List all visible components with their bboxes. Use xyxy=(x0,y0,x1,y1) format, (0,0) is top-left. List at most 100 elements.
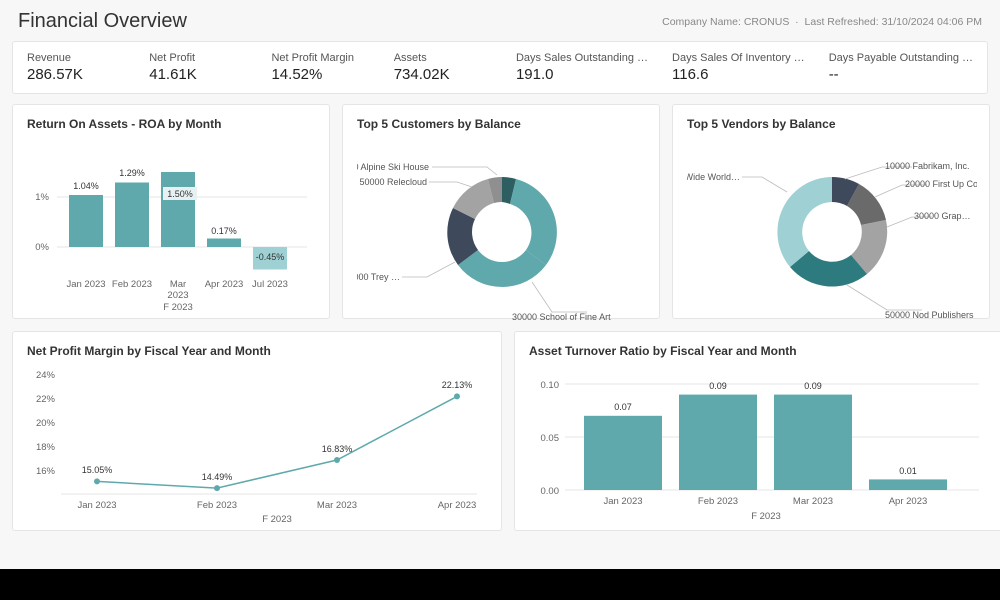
bar-label: 0.01 xyxy=(899,466,917,476)
bar-feb[interactable] xyxy=(115,183,149,248)
kpi-label: Assets xyxy=(394,52,492,64)
dashboard-page: Financial Overview Company Name: CRONUS … xyxy=(0,0,1000,600)
point-jan[interactable] xyxy=(94,478,100,484)
pt-label: 14.49% xyxy=(202,472,233,482)
slice-label: 30000 School of Fine Art xyxy=(512,312,611,322)
point-feb[interactable] xyxy=(214,485,220,491)
card-top-customers[interactable]: Top 5 Customers by Balance 40000 Alpine … xyxy=(342,104,660,319)
ytick: 1% xyxy=(35,192,49,203)
kpi-label: Days Payable Outstanding … xyxy=(829,52,973,64)
card-atr[interactable]: Asset Turnover Ratio by Fiscal Year and … xyxy=(514,331,1000,531)
slice-wideworld[interactable] xyxy=(777,177,832,267)
slice-label: 20000 First Up Co… xyxy=(905,179,977,189)
bar-mar[interactable] xyxy=(161,172,195,247)
bar-feb[interactable] xyxy=(679,395,757,490)
card-top-vendors[interactable]: Top 5 Vendors by Balance 40000 Wide Worl… xyxy=(672,104,990,319)
kpi-label: Net Profit Margin xyxy=(271,52,369,64)
xtick: Jan 2023 xyxy=(66,279,105,290)
bottom-bar xyxy=(0,569,1000,600)
kpi-value: 41.61K xyxy=(149,66,247,83)
slice-school[interactable] xyxy=(510,179,557,265)
kpi-value: 116.6 xyxy=(672,66,805,83)
slice-label: 40000 Wide World… xyxy=(687,172,740,182)
slice-label: 50000 Relecloud xyxy=(359,177,427,187)
roa-chart: 1% 0% 1.04% 1.29% 1.50% 0.17% -0.45% Jan… xyxy=(27,137,317,317)
card-title: Net Profit Margin by Fiscal Year and Mon… xyxy=(27,344,487,358)
slice-label: 20000 Trey … xyxy=(357,272,400,282)
kpi-net-profit[interactable]: Net Profit 41.61K xyxy=(149,52,247,83)
kpi-net-profit-margin[interactable]: Net Profit Margin 14.52% xyxy=(271,52,369,83)
ytick: 0.05 xyxy=(541,433,560,444)
slice-label: 40000 Alpine Ski House xyxy=(357,162,429,172)
kpi-label: Days Sales Of Inventory … xyxy=(672,52,805,64)
kpi-assets[interactable]: Assets 734.02K xyxy=(394,52,492,83)
bar-label: 0.09 xyxy=(709,381,727,391)
ytick: 0.00 xyxy=(541,486,560,497)
ytick: 0.10 xyxy=(541,380,560,391)
kpi-dso[interactable]: Days Sales Outstanding … 191.0 xyxy=(516,52,648,83)
bar-jan[interactable] xyxy=(584,416,662,490)
xtick: Mar 2023 xyxy=(793,496,833,507)
bar-apr[interactable] xyxy=(207,239,241,248)
xtick: Jan 2023 xyxy=(77,500,116,511)
slice-label: 10000 Fabrikam, Inc. xyxy=(885,161,970,171)
bar-label: 1.29% xyxy=(119,168,145,178)
card-npm[interactable]: Net Profit Margin by Fiscal Year and Mon… xyxy=(12,331,502,531)
ytick: 18% xyxy=(36,442,56,453)
xtick: Mar xyxy=(170,279,186,290)
xtick: Jan 2023 xyxy=(603,496,642,507)
bar-label: 1.04% xyxy=(73,181,99,191)
page-title: Financial Overview xyxy=(18,10,187,33)
bar-label: -0.45% xyxy=(256,252,285,262)
npm-line[interactable] xyxy=(97,396,457,488)
header-meta: Company Name: CRONUS · Last Refreshed: 3… xyxy=(662,16,982,28)
kpi-revenue[interactable]: Revenue 286.57K xyxy=(27,52,125,83)
xtick: Jul 2023 xyxy=(252,279,288,290)
card-title: Asset Turnover Ratio by Fiscal Year and … xyxy=(529,344,989,358)
fy-label: F 2023 xyxy=(163,302,193,313)
bar-label: 0.07 xyxy=(614,402,632,412)
atr-chart: 0.10 0.05 0.00 0.07 0.09 0.09 0.01 Jan 2… xyxy=(529,364,989,529)
point-mar[interactable] xyxy=(334,457,340,463)
slice-label: 30000 Grap… xyxy=(914,211,971,221)
vendors-donut: 40000 Wide World… 10000 Fabrikam, Inc. 2… xyxy=(687,137,977,322)
point-apr[interactable] xyxy=(454,393,460,399)
pt-label: 15.05% xyxy=(82,465,113,475)
kpi-value: 286.57K xyxy=(27,66,125,83)
xtick: Feb 2023 xyxy=(698,496,738,507)
card-title: Top 5 Customers by Balance xyxy=(357,117,645,131)
pt-label: 22.13% xyxy=(442,380,473,390)
ytick: 22% xyxy=(36,394,56,405)
xtick: Mar 2023 xyxy=(317,500,357,511)
pt-label: 16.83% xyxy=(322,444,353,454)
company-label: Company Name: xyxy=(662,16,741,28)
card-roa[interactable]: Return On Assets - ROA by Month 1% 0% 1.… xyxy=(12,104,330,319)
kpi-dpo[interactable]: Days Payable Outstanding … -- xyxy=(829,52,973,83)
bar-mar[interactable] xyxy=(774,395,852,490)
bar-label: 0.17% xyxy=(211,226,237,236)
kpi-label: Revenue xyxy=(27,52,125,64)
ytick: 24% xyxy=(36,370,56,381)
slice-school2[interactable] xyxy=(458,250,546,287)
xtick: Apr 2023 xyxy=(889,496,928,507)
fy-label: F 2023 xyxy=(751,511,781,522)
ytick: 16% xyxy=(36,466,56,477)
company-name: CRONUS xyxy=(744,16,790,28)
bar-jan[interactable] xyxy=(69,195,103,247)
xtick: 2023 xyxy=(167,290,188,301)
kpi-value: 14.52% xyxy=(271,66,369,83)
bar-label: 1.50% xyxy=(167,189,193,199)
kpi-label: Net Profit xyxy=(149,52,247,64)
row-top-charts: Return On Assets - ROA by Month 1% 0% 1.… xyxy=(12,104,988,319)
kpi-label: Days Sales Outstanding … xyxy=(516,52,648,64)
bar-apr[interactable] xyxy=(869,479,947,490)
card-title: Top 5 Vendors by Balance xyxy=(687,117,975,131)
kpi-value: -- xyxy=(829,66,973,83)
kpi-value: 734.02K xyxy=(394,66,492,83)
kpi-row: Revenue 286.57K Net Profit 41.61K Net Pr… xyxy=(12,41,988,94)
card-title: Return On Assets - ROA by Month xyxy=(27,117,315,131)
npm-chart: 24% 22% 20% 18% 16% 15.05% 14.49% 16.83%… xyxy=(27,364,487,529)
xtick: Apr 2023 xyxy=(438,500,477,511)
kpi-dsi[interactable]: Days Sales Of Inventory … 116.6 xyxy=(672,52,805,83)
slice-label: 50000 Nod Publishers xyxy=(885,310,974,320)
